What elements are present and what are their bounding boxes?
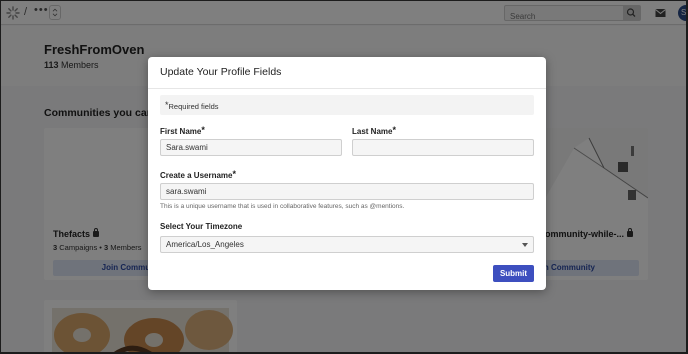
modal-divider [148, 88, 546, 89]
required-fields-note: *Required fields [160, 95, 534, 115]
last-name-field[interactable] [352, 139, 534, 156]
chevron-down-icon [522, 243, 528, 247]
last-name-label-text: Last Name [352, 127, 393, 136]
timezone-selected-value: America/Los_Angeles [166, 240, 244, 249]
modal-title: Update Your Profile Fields [160, 66, 282, 78]
required-marker: * [392, 125, 396, 135]
submit-button[interactable]: Submit [493, 265, 534, 282]
timezone-select[interactable]: America/Los_Angeles [160, 236, 534, 253]
username-hint: This is a unique username that is used i… [160, 203, 405, 210]
first-name-label-text: First Name [160, 127, 202, 136]
first-name-field[interactable] [160, 139, 342, 156]
profile-fields-modal: Update Your Profile Fields *Required fie… [148, 57, 546, 290]
required-marker: * [201, 125, 205, 135]
username-field[interactable] [160, 183, 534, 200]
required-fields-text: Required fields [168, 102, 219, 111]
username-label-text: Create a Username [160, 171, 233, 180]
required-marker: * [232, 169, 236, 179]
username-label: Create a Username* [160, 169, 236, 180]
timezone-label: Select Your Timezone [160, 222, 243, 231]
last-name-label: Last Name* [352, 125, 396, 136]
first-name-label: First Name* [160, 125, 205, 136]
